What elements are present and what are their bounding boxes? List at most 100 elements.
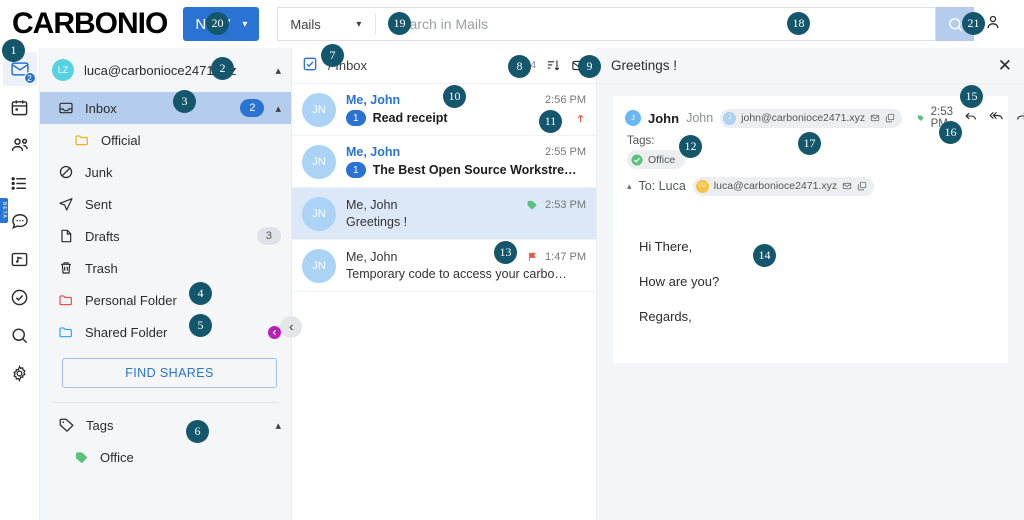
chat-icon (11, 214, 28, 229)
search-box[interactable]: Mails ▾ Search in Mails (277, 7, 936, 41)
annotation-marker-5: 5 (189, 314, 212, 337)
rail-item-tasks[interactable] (3, 166, 37, 200)
trash-icon (61, 262, 71, 274)
mail-body-line: How are you? (639, 273, 720, 289)
list-item[interactable]: JN Me, John 2:53 PM Greetings ! (292, 188, 596, 240)
sidebar-item-label: Inbox (85, 100, 117, 116)
reply-all-icon[interactable] (989, 108, 1004, 128)
sort-descending-icon[interactable] (546, 58, 561, 73)
avatar: LZ (52, 59, 74, 81)
chevron-up-icon[interactable]: ▴ (275, 419, 281, 432)
list-item[interactable]: JN Me, John 1:47 PM Temporary code to ac… (292, 240, 596, 292)
search-icon (948, 17, 962, 31)
rail-item-calendar[interactable] (3, 90, 37, 124)
reply-icon[interactable] (964, 109, 978, 128)
forward-icon[interactable] (1015, 109, 1024, 128)
folder-badge-drafts: 3 (256, 227, 281, 245)
avatar: J (723, 111, 737, 125)
annotation-marker-18: 18 (787, 12, 810, 35)
account-button[interactable] (984, 13, 1002, 36)
search-module-label: Mails (290, 16, 321, 32)
mail-actions (964, 108, 1024, 128)
sidebar-item-inbox[interactable]: Inbox 2 ▴ (40, 92, 291, 124)
list-item-sender: Me, John (346, 198, 398, 212)
annotation-marker-7: 7 (321, 44, 344, 67)
search-icon (12, 327, 28, 343)
list-item-subject: Greetings ! (346, 215, 408, 229)
beta-tag: BETA (0, 198, 8, 223)
envelope-icon[interactable] (842, 181, 852, 191)
annotation-marker-4: 4 (189, 282, 212, 305)
annotation-marker-21: 21 (962, 12, 985, 35)
avatar: JN (302, 248, 336, 283)
sidebar-item-shared-folder[interactable]: Shared Folder (40, 316, 291, 348)
annotation-marker-2: 2 (211, 57, 234, 80)
select-all-checkbox[interactable] (302, 56, 318, 75)
envelope-icon[interactable] (870, 113, 880, 123)
tag-chip-label: Office (648, 153, 676, 166)
divider (375, 13, 377, 35)
sidebar-item-junk[interactable]: Junk (40, 156, 291, 188)
rail-item-settings[interactable] (3, 356, 37, 390)
rail-item-approvals[interactable] (3, 280, 37, 314)
chevron-left-icon (288, 324, 293, 330)
chevron-down-icon: ▾ (242, 18, 248, 30)
sidebar-item-label: Personal Folder (85, 292, 177, 308)
junk-icon (59, 165, 73, 179)
sidebar-item-label: Shared Folder (85, 324, 168, 340)
copy-icon[interactable] (885, 113, 895, 123)
sender-email-chip[interactable]: J john@carbonioce2471.xyz (720, 108, 903, 128)
rail-item-search[interactable] (3, 318, 37, 352)
tags-header-label: Tags (86, 417, 114, 433)
copy-icon[interactable] (857, 181, 867, 191)
tag-chip-office[interactable]: Office (627, 150, 686, 169)
sidebar-item-drafts[interactable]: Drafts 3 (40, 220, 291, 252)
sidebar-item-trash[interactable]: Trash (40, 252, 291, 284)
folder-icon (75, 135, 88, 146)
list-item-marks (527, 251, 538, 263)
chevron-down-icon[interactable]: ▾ (356, 19, 361, 30)
tags-header[interactable]: Tags ▴ (40, 409, 291, 441)
list-item-body: Me, John 2:53 PM Greetings ! (346, 198, 586, 229)
sent-icon (59, 198, 73, 211)
sidebar-item-label: Junk (85, 164, 113, 180)
calendar-icon (11, 99, 28, 115)
tag-icon (527, 200, 537, 210)
list-item-time: 2:55 PM (545, 146, 586, 158)
settings-icon (13, 364, 26, 382)
check-circle-icon (631, 154, 643, 165)
annotation-marker-3: 3 (173, 90, 196, 113)
account-row[interactable]: LZ luca@carbonioce2471.xyz ▴ (40, 54, 291, 86)
list-item-marks (575, 112, 586, 125)
list-item[interactable]: JN Me, John 2:55 PM 1 The Best Open Sour… (292, 136, 596, 188)
tag-icon (76, 451, 88, 463)
rail-item-contacts[interactable] (3, 128, 37, 162)
list-item-bottom: Greetings ! (346, 215, 586, 229)
sidebar-collapse-button[interactable] (280, 316, 302, 338)
folder-icon (59, 295, 72, 306)
mail-body: Hi There, How are you? Regards, (625, 240, 996, 323)
search-input[interactable]: Search in Mails (392, 16, 923, 32)
sidebar-item-personal-folder[interactable]: Personal Folder (40, 284, 291, 316)
folders-sidebar: LZ luca@carbonioce2471.xyz ▴ Inbox 2 ▴ O… (40, 48, 302, 520)
list-item-top: Me, John 1:47 PM (346, 250, 586, 264)
files-icon (11, 252, 28, 266)
thread-count-badge: 1 (346, 162, 366, 178)
rail-item-files[interactable] (3, 242, 37, 276)
annotation-marker-8: 8 (508, 55, 531, 78)
sidebar-item-official[interactable]: Official (40, 124, 291, 156)
chevron-up-icon[interactable]: ▴ (275, 102, 281, 115)
annotation-marker-15: 15 (960, 85, 983, 108)
folder-list: Inbox 2 ▴ Official Junk Sent Drafts 3 Tr… (40, 86, 291, 388)
logo-text: CARBONIO (12, 7, 168, 40)
sidebar-item-sent[interactable]: Sent (40, 188, 291, 220)
recipient-email-chip[interactable]: LU luca@carbonioce2471.xyz (692, 176, 875, 196)
close-icon[interactable]: ✕ (998, 57, 1012, 74)
chevron-up-icon[interactable]: ▴ (627, 181, 632, 192)
sidebar-item-tag-office[interactable]: Office (40, 441, 291, 473)
flag-icon (529, 252, 536, 262)
list-item-time: 2:56 PM (545, 94, 586, 106)
chevron-up-icon[interactable]: ▴ (275, 64, 281, 77)
annotation-marker-10: 10 (443, 85, 466, 108)
find-shares-button[interactable]: FIND SHARES (62, 358, 277, 388)
